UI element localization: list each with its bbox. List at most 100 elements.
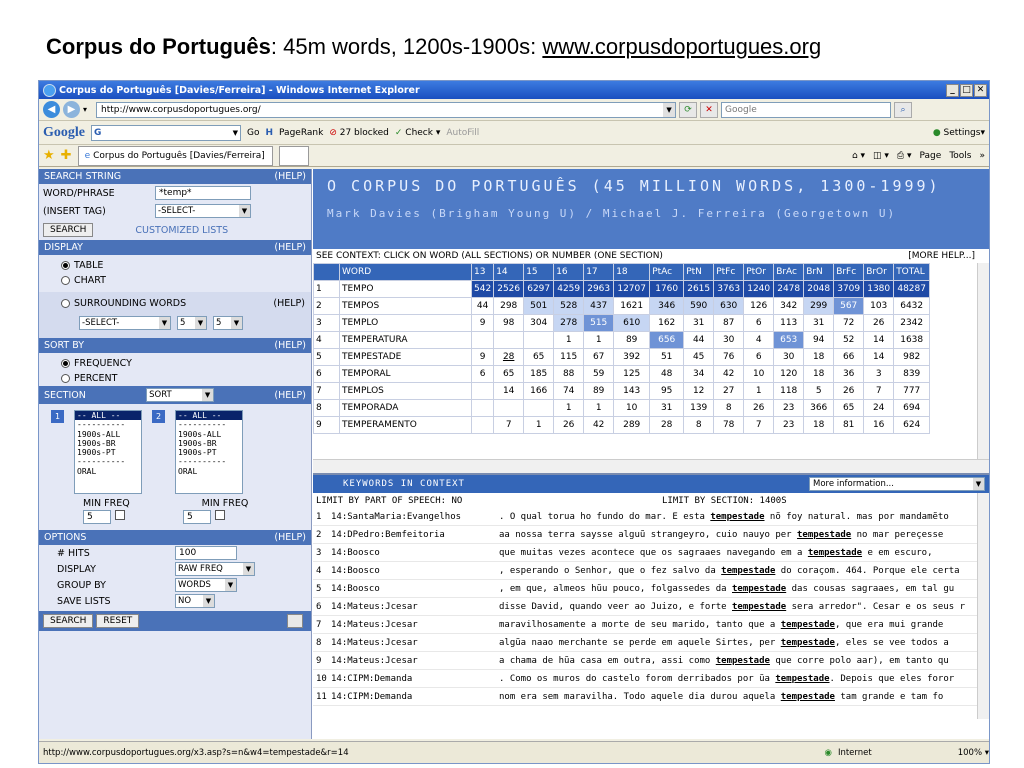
count-cell[interactable]: 289: [613, 416, 651, 434]
section-sort-select[interactable]: SORT ▼: [146, 388, 215, 402]
count-cell[interactable]: 624: [893, 416, 931, 434]
section-option[interactable]: 1900s-BR: [75, 439, 141, 448]
hits-input[interactable]: 100: [175, 546, 237, 560]
count-cell[interactable]: 346: [649, 297, 685, 315]
count-cell[interactable]: 26: [863, 314, 895, 332]
count-cell[interactable]: 27: [713, 382, 745, 400]
count-cell[interactable]: 103: [863, 297, 895, 315]
min-freq-2-input[interactable]: 5: [183, 510, 211, 524]
surrounding-select[interactable]: -SELECT- ▼: [79, 316, 171, 330]
count-cell[interactable]: 31: [803, 314, 835, 332]
count-cell[interactable]: 2342: [893, 314, 931, 332]
count-cell[interactable]: 81: [833, 416, 865, 434]
count-cell[interactable]: 8: [713, 399, 745, 417]
kwic-source[interactable]: 14:Boosco: [327, 584, 499, 594]
count-cell[interactable]: 590: [683, 297, 715, 315]
kwic-source[interactable]: 14:CIPM:Demanda: [327, 674, 499, 684]
help-link[interactable]: (HELP): [274, 171, 306, 182]
back-icon[interactable]: ◀: [43, 101, 60, 118]
count-cell[interactable]: 36: [833, 365, 865, 383]
section-option[interactable]: ----------: [75, 457, 141, 466]
count-cell[interactable]: 6432: [893, 297, 931, 315]
address-bar[interactable]: http://www.corpusdoportugues.org/ ▼: [96, 101, 677, 118]
kwic-source[interactable]: 14:Boosco: [327, 566, 499, 576]
count-cell[interactable]: 14: [493, 382, 525, 400]
chart-radio[interactable]: CHART: [39, 273, 311, 288]
frequency-radio[interactable]: FREQUENCY: [39, 356, 311, 371]
section-option[interactable]: ----------: [75, 420, 141, 429]
count-cell[interactable]: 67: [583, 348, 615, 366]
min-freq-1-checkbox[interactable]: [115, 510, 125, 520]
count-cell[interactable]: 2615: [683, 280, 715, 298]
count-cell[interactable]: 342: [773, 297, 805, 315]
tools-menu[interactable]: Tools: [949, 151, 971, 161]
count-cell[interactable]: 51: [649, 348, 685, 366]
group-by-select[interactable]: WORDS ▼: [175, 578, 237, 592]
kwic-keyword[interactable]: tempestade: [732, 584, 786, 594]
percent-radio[interactable]: PERCENT: [39, 371, 311, 386]
count-cell[interactable]: 1: [743, 382, 775, 400]
word-cell[interactable]: TEMPO: [339, 280, 472, 298]
count-cell[interactable]: 366: [803, 399, 835, 417]
word-cell[interactable]: TEMPESTADE: [339, 348, 472, 366]
zoom-control[interactable]: 100% ▾: [958, 748, 989, 758]
kwic-source[interactable]: 14:SantaMaria:Evangelhos: [327, 512, 499, 522]
word-cell[interactable]: TEMPERATURA: [339, 331, 472, 349]
count-cell[interactable]: 2478: [773, 280, 805, 298]
count-cell[interactable]: 30: [713, 331, 745, 349]
count-cell[interactable]: 1240: [743, 280, 775, 298]
count-cell[interactable]: 143: [613, 382, 651, 400]
count-cell[interactable]: [493, 399, 525, 417]
count-cell[interactable]: 10: [743, 365, 775, 383]
count-cell[interactable]: 7: [863, 382, 895, 400]
count-cell[interactable]: 7: [493, 416, 525, 434]
count-cell[interactable]: 89: [613, 331, 651, 349]
count-cell[interactable]: 10: [613, 399, 651, 417]
popup-blocker[interactable]: ⊘ 27 blocked: [329, 128, 389, 138]
refresh-icon[interactable]: ⟳: [679, 101, 698, 118]
count-cell[interactable]: 653: [773, 331, 805, 349]
count-cell[interactable]: 45: [683, 348, 715, 366]
count-cell[interactable]: 113: [773, 314, 805, 332]
print-icon[interactable]: ⎙ ▾: [897, 151, 912, 161]
frequency-scrollbar[interactable]: [977, 263, 989, 459]
count-cell[interactable]: 6: [743, 314, 775, 332]
count-cell[interactable]: 1: [583, 331, 615, 349]
count-cell[interactable]: 74: [553, 382, 585, 400]
count-cell[interactable]: 88: [553, 365, 585, 383]
min-freq-1-input[interactable]: 5: [83, 510, 111, 524]
count-cell[interactable]: 1380: [863, 280, 895, 298]
feeds-icon[interactable]: ◫ ▾: [873, 151, 889, 161]
count-cell[interactable]: 1: [523, 416, 555, 434]
kwic-source[interactable]: 14:Mateus:Jcesar: [327, 620, 499, 630]
word-cell[interactable]: TEMPERAMENTO: [339, 416, 472, 434]
minimize-icon[interactable]: _: [946, 83, 959, 97]
count-cell[interactable]: 656: [649, 331, 685, 349]
count-cell[interactable]: 52: [833, 331, 865, 349]
span-left-select[interactable]: 5 ▼: [177, 316, 207, 330]
more-information-select[interactable]: More information... ▼: [809, 477, 985, 491]
spell-check-button[interactable]: ✓ Check ▾: [395, 128, 441, 138]
word-cell[interactable]: TEMPORADA: [339, 399, 472, 417]
count-cell[interactable]: 72: [833, 314, 865, 332]
word-phrase-input[interactable]: *temp*: [155, 186, 251, 200]
count-cell[interactable]: 162: [649, 314, 685, 332]
count-cell[interactable]: 528: [553, 297, 585, 315]
count-cell[interactable]: 1: [583, 399, 615, 417]
count-cell[interactable]: 125: [613, 365, 651, 383]
chevron-more-icon[interactable]: »: [979, 151, 985, 161]
forward-icon[interactable]: ▶: [63, 101, 80, 118]
reset-button[interactable]: RESET: [96, 614, 140, 628]
nav-dropdown-icon[interactable]: ▾: [83, 105, 87, 114]
word-cell[interactable]: TEMPORAL: [339, 365, 472, 383]
count-cell[interactable]: 6: [470, 365, 495, 383]
kwic-source[interactable]: 14:DPedro:Bemfeitoria: [327, 530, 499, 540]
display-option-select[interactable]: RAW FREQ ▼: [175, 562, 255, 576]
count-cell[interactable]: 515: [583, 314, 615, 332]
count-cell[interactable]: [523, 331, 555, 349]
count-cell[interactable]: 3763: [713, 280, 745, 298]
add-favorite-icon[interactable]: ✚: [61, 148, 72, 163]
options-toggle[interactable]: [287, 614, 303, 628]
count-cell[interactable]: 7: [743, 416, 775, 434]
count-cell[interactable]: 31: [649, 399, 685, 417]
